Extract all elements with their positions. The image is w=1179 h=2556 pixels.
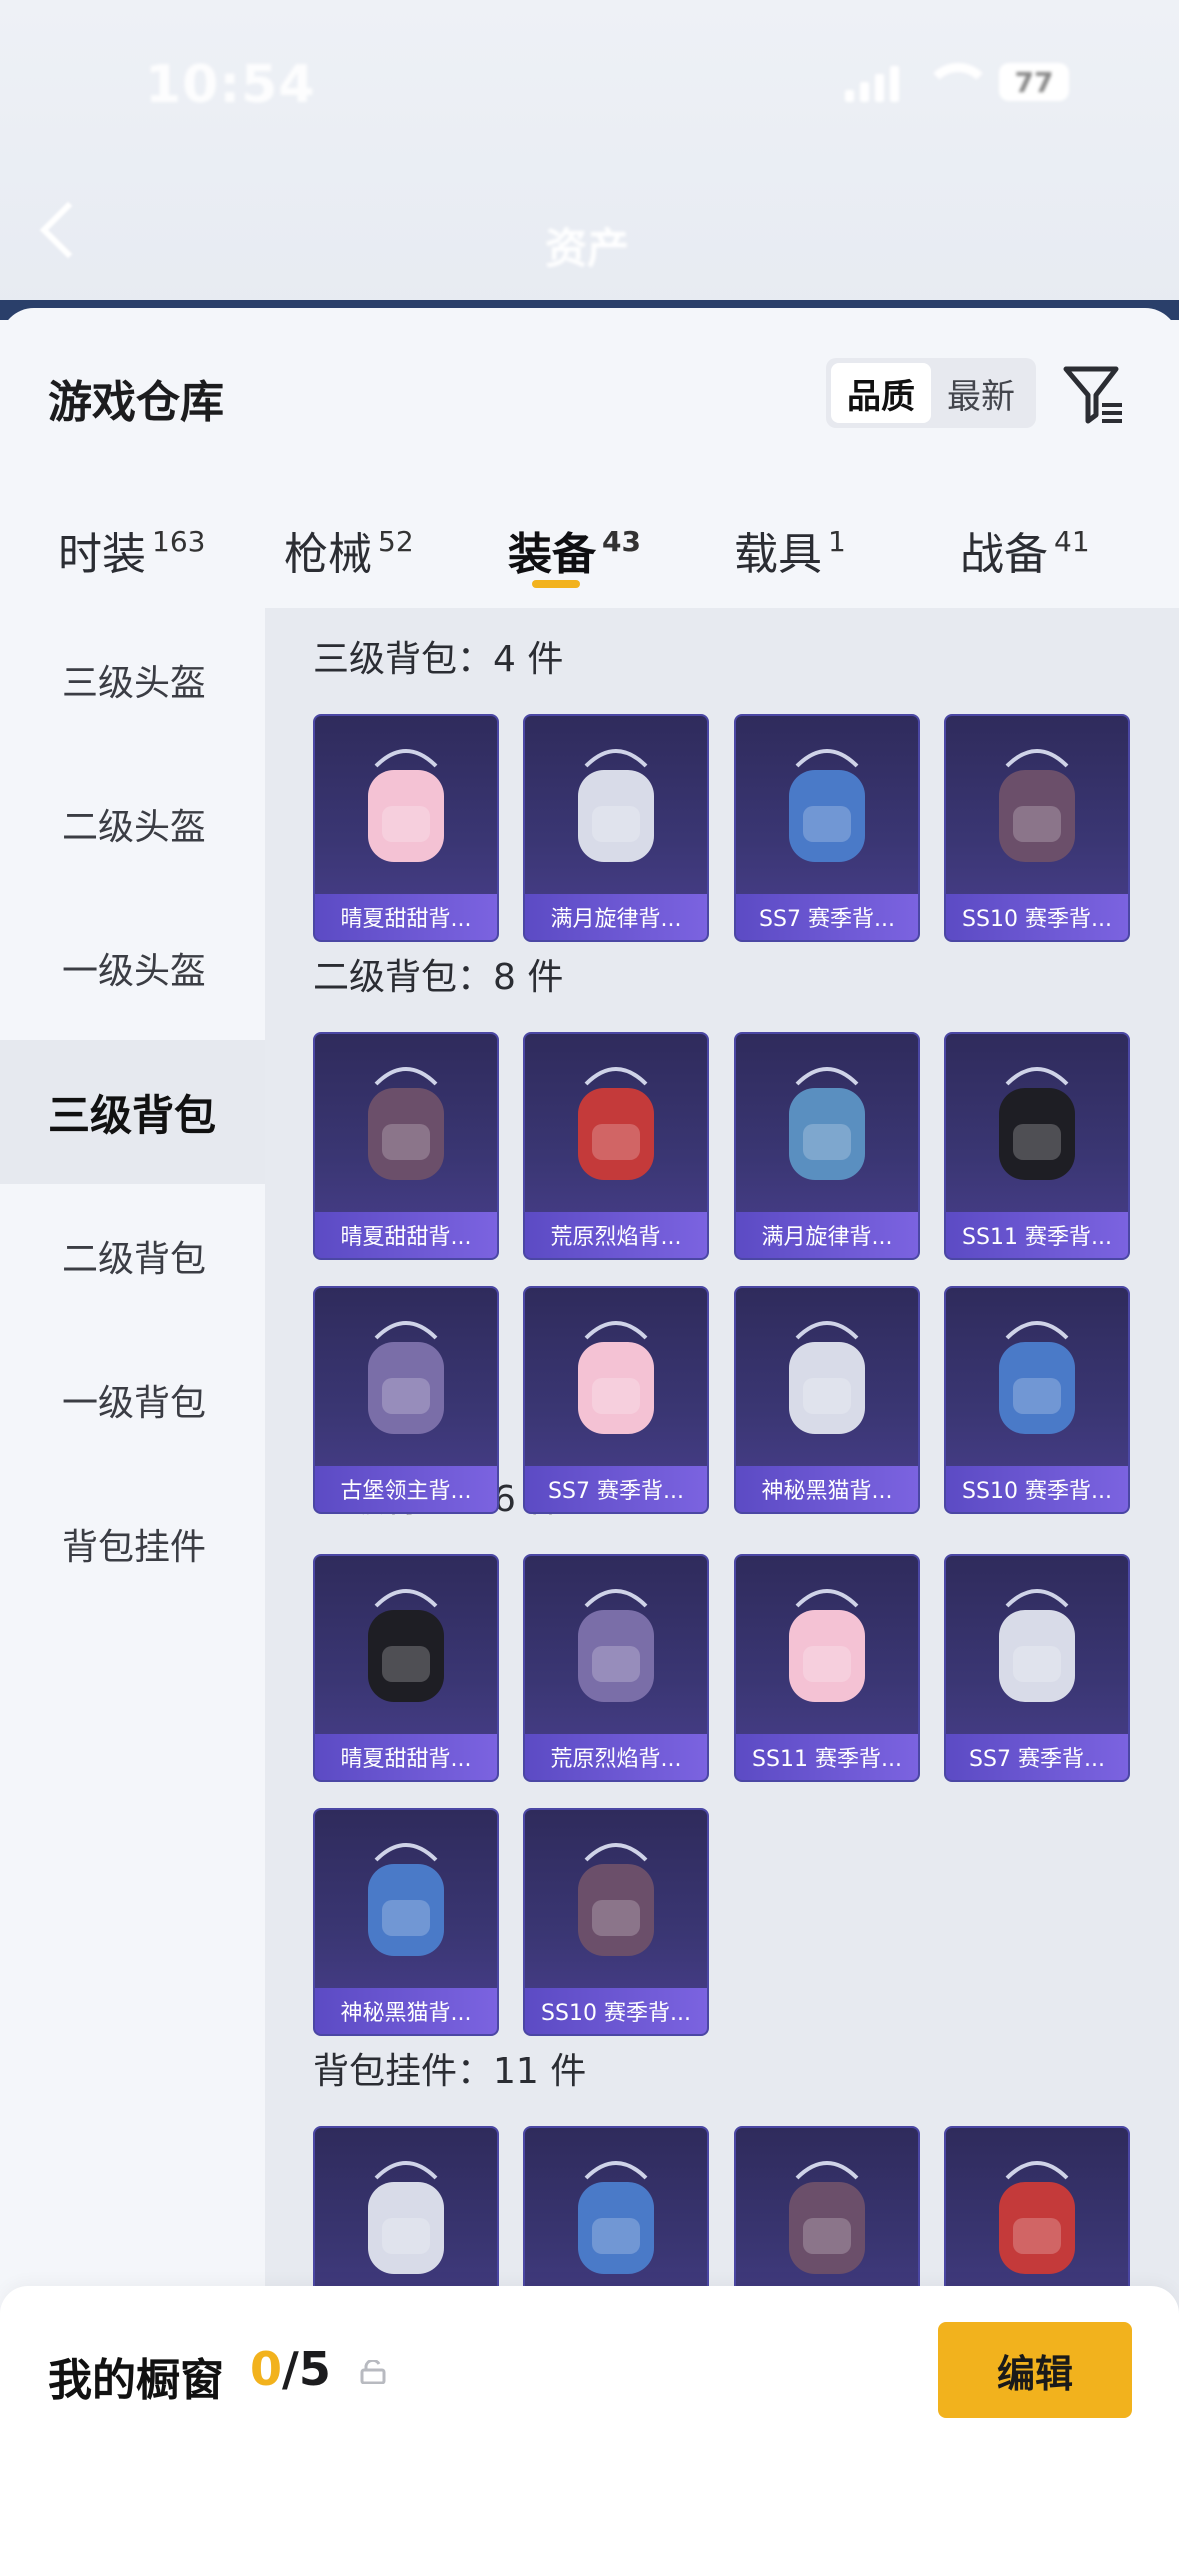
signal-icon — [845, 62, 899, 102]
section-title: 背包挂件：11 件 — [313, 2051, 587, 2092]
item-name: 晴夏甜甜背... — [315, 1734, 497, 1780]
backpack-image — [315, 1288, 497, 1468]
section-title: 三级背包：4 件 — [313, 639, 564, 680]
item-card[interactable]: 晴夏甜甜背... — [313, 714, 499, 942]
backpack-image — [525, 1556, 707, 1736]
item-card[interactable]: SS7 赛季背... — [944, 1554, 1130, 1782]
item-name: SS7 赛季背... — [525, 1466, 707, 1512]
item-name: 满月旋律背... — [736, 1212, 918, 1258]
sidebar-item-pendant[interactable]: 背包挂件 — [0, 1472, 265, 1616]
item-card[interactable]: 晴夏甜甜背... — [313, 1554, 499, 1782]
backpack-image — [525, 1288, 707, 1468]
item-name: 神秘黑猫背... — [315, 1988, 497, 2034]
section-title: 二级背包：8 件 — [313, 957, 564, 998]
item-name: SS11 赛季背... — [736, 1734, 918, 1780]
backpack-image — [315, 1556, 497, 1736]
item-name: SS10 赛季背... — [946, 894, 1128, 940]
backpack-image — [946, 1288, 1128, 1468]
item-name: 晴夏甜甜背... — [315, 894, 497, 940]
tab-supplies[interactable]: 战备 41 — [960, 518, 1090, 582]
item-card[interactable]: SS10 赛季背... — [944, 714, 1130, 942]
item-card[interactable]: 神秘黑猫背... — [313, 1808, 499, 2036]
item-name: SS10 赛季背... — [946, 1466, 1128, 1512]
backpack-image — [315, 716, 497, 896]
item-card[interactable]: SS10 赛季背... — [944, 1286, 1130, 1514]
item-name: SS10 赛季背... — [525, 1988, 707, 2034]
item-name: 荒原烈焰背... — [525, 1734, 707, 1780]
backpack-image — [315, 2128, 497, 2308]
sort-option-quality[interactable]: 品质 — [831, 363, 931, 423]
status-icons: 77 — [845, 62, 1069, 102]
item-card[interactable]: 晴夏甜甜背... — [313, 1032, 499, 1260]
sidebar-item-helmet-2[interactable]: 二级头盔 — [0, 752, 265, 896]
back-icon[interactable] — [39, 201, 97, 259]
backpack-image — [736, 2128, 918, 2308]
item-card[interactable]: 荒原烈焰背... — [523, 1032, 709, 1260]
sidebar: 三级头盔 二级头盔 一级头盔 三级背包 二级背包 一级背包 背包挂件 — [0, 608, 265, 2408]
item-card[interactable]: 满月旋律背... — [734, 1032, 920, 1260]
backpack-image — [736, 1288, 918, 1468]
item-card[interactable]: 荒原烈焰背... — [523, 1554, 709, 1782]
sidebar-item-helmet-1[interactable]: 一级头盔 — [0, 896, 265, 1040]
item-card[interactable]: SS10 赛季背... — [523, 1808, 709, 2036]
item-card[interactable]: SS7 赛季背... — [734, 714, 920, 942]
sort-toggle[interactable]: 品质 最新 — [826, 358, 1036, 428]
lock-icon — [360, 2360, 386, 2384]
filter-icon[interactable] — [1062, 363, 1126, 427]
sidebar-item-backpack-1[interactable]: 一级背包 — [0, 1328, 265, 1472]
item-name: 晴夏甜甜背... — [315, 1212, 497, 1258]
backpack-image — [525, 1810, 707, 1990]
backpack-image — [525, 2128, 707, 2308]
status-time: 10:54 — [145, 55, 316, 115]
backpack-image — [946, 1034, 1128, 1214]
active-tab-indicator — [532, 580, 580, 588]
tab-fashion[interactable]: 时装 163 — [58, 518, 205, 582]
battery-icon: 77 — [999, 63, 1069, 101]
showcase-bar: 我的橱窗 0/5 编辑 — [0, 2286, 1179, 2556]
backpack-image — [525, 1034, 707, 1214]
item-name: 神秘黑猫背... — [736, 1466, 918, 1512]
backpack-image — [946, 2128, 1128, 2308]
backpack-image — [736, 1556, 918, 1736]
showcase-count: 0/5 — [250, 2342, 331, 2396]
edit-button[interactable]: 编辑 — [938, 2322, 1132, 2418]
backpack-image — [525, 716, 707, 896]
sidebar-item-helmet-3[interactable]: 三级头盔 — [0, 608, 265, 752]
warehouse-sheet: 游戏仓库 品质 最新 时装 163 枪械 52 装备 43 载具 1 战备 41 三级头盔… — [0, 308, 1179, 2556]
category-tabs: 时装 163 枪械 52 装备 43 载具 1 战备 41 — [0, 508, 1179, 608]
warehouse-title: 游戏仓库 — [48, 377, 224, 428]
item-grid: 三级背包：4 件 二级背包：8 件 一级背包：6 件 背包挂件：11 件 晴夏甜… — [265, 608, 1179, 2408]
sidebar-item-backpack-3[interactable]: 三级背包 — [0, 1040, 265, 1184]
item-name: SS7 赛季背... — [736, 894, 918, 940]
item-card[interactable]: SS11 赛季背... — [944, 1032, 1130, 1260]
wifi-icon — [923, 63, 993, 101]
item-name: 满月旋律背... — [525, 894, 707, 940]
item-name: 古堡领主背... — [315, 1466, 497, 1512]
tab-vehicles[interactable]: 载具 1 — [734, 518, 846, 582]
item-card[interactable]: SS11 赛季背... — [734, 1554, 920, 1782]
item-card[interactable]: SS7 赛季背... — [523, 1286, 709, 1514]
showcase-title: 我的橱窗 — [48, 2355, 224, 2406]
header-tab-assets[interactable]: 资产 — [545, 215, 629, 276]
sidebar-item-backpack-2[interactable]: 二级背包 — [0, 1184, 265, 1328]
top-header: 10:54 77 资产 — [0, 0, 1179, 310]
backpack-image — [946, 716, 1128, 896]
backpack-image — [946, 1556, 1128, 1736]
item-card[interactable]: 满月旋律背... — [523, 714, 709, 942]
backpack-image — [736, 1034, 918, 1214]
item-card[interactable]: 古堡领主背... — [313, 1286, 499, 1514]
tab-weapons[interactable]: 枪械 52 — [284, 518, 414, 582]
backpack-image — [315, 1810, 497, 1990]
tab-equipment[interactable]: 装备 43 — [508, 518, 641, 582]
sort-option-newest[interactable]: 最新 — [931, 363, 1031, 423]
item-name: 荒原烈焰背... — [525, 1212, 707, 1258]
item-name: SS11 赛季背... — [946, 1212, 1128, 1258]
backpack-image — [315, 1034, 497, 1214]
item-card[interactable]: 神秘黑猫背... — [734, 1286, 920, 1514]
item-name: SS7 赛季背... — [946, 1734, 1128, 1780]
backpack-image — [736, 716, 918, 896]
